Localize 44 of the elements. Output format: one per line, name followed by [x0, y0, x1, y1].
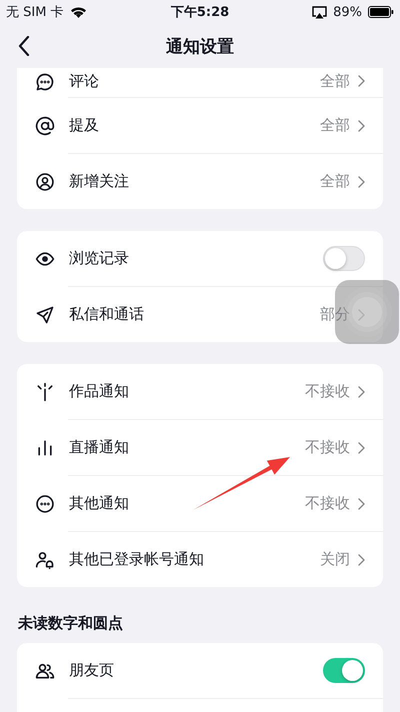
- more-circle-icon: [35, 494, 55, 514]
- at-sign-icon: [35, 116, 55, 136]
- setting-label: 提及: [69, 116, 100, 135]
- setting-value[interactable]: 全部: [320, 72, 350, 91]
- setting-label: 私信和通话: [69, 305, 145, 324]
- user-bell-icon: [35, 550, 55, 570]
- setting-value[interactable]: 关闭: [320, 550, 350, 569]
- setting-label: 新增关注: [69, 172, 130, 191]
- carrier-text: 无 SIM 卡: [6, 4, 64, 21]
- toggle-switch[interactable]: [323, 246, 365, 271]
- chevron-right-icon[interactable]: [358, 442, 365, 454]
- sparkle-icon: [35, 382, 55, 402]
- user-circle-icon: [35, 172, 55, 192]
- setting-label: 评论: [69, 72, 100, 91]
- battery-percent: 89%: [333, 4, 362, 20]
- setting-label: 直播通知: [69, 438, 130, 457]
- battery-icon: [368, 6, 394, 18]
- send-icon: [35, 304, 55, 324]
- setting-value[interactable]: 全部: [320, 116, 350, 135]
- status-time: 下午5:28: [170, 4, 230, 21]
- comment-icon: [35, 72, 55, 92]
- section-heading: 未读数字和圆点: [17, 614, 124, 634]
- page-title: 通知设置: [166, 36, 234, 58]
- setting-value[interactable]: 全部: [320, 172, 350, 191]
- chevron-right-icon[interactable]: [358, 386, 365, 398]
- chevron-right-icon[interactable]: [358, 498, 365, 510]
- setting-value[interactable]: 不接收: [305, 494, 350, 513]
- wifi-icon: [70, 6, 87, 18]
- toggle-switch[interactable]: [323, 658, 365, 683]
- setting-label: 其他已登录帐号通知: [69, 550, 205, 569]
- chevron-right-icon[interactable]: [358, 120, 365, 132]
- chevron-right-icon[interactable]: [358, 554, 365, 566]
- setting-value[interactable]: 不接收: [305, 438, 350, 457]
- setting-value[interactable]: 不接收: [305, 382, 350, 401]
- back-icon[interactable]: [18, 36, 30, 56]
- setting-label: 朋友页: [69, 661, 115, 680]
- chevron-right-icon[interactable]: [358, 176, 365, 188]
- airplay-icon: [312, 6, 328, 18]
- setting-label: 作品通知: [69, 382, 130, 401]
- assistive-touch-button[interactable]: [335, 280, 399, 344]
- setting-label: 其他通知: [69, 494, 130, 513]
- setting-value[interactable]: 部分: [320, 305, 350, 324]
- chevron-right-icon[interactable]: [358, 75, 365, 87]
- setting-label: 浏览记录: [69, 249, 130, 268]
